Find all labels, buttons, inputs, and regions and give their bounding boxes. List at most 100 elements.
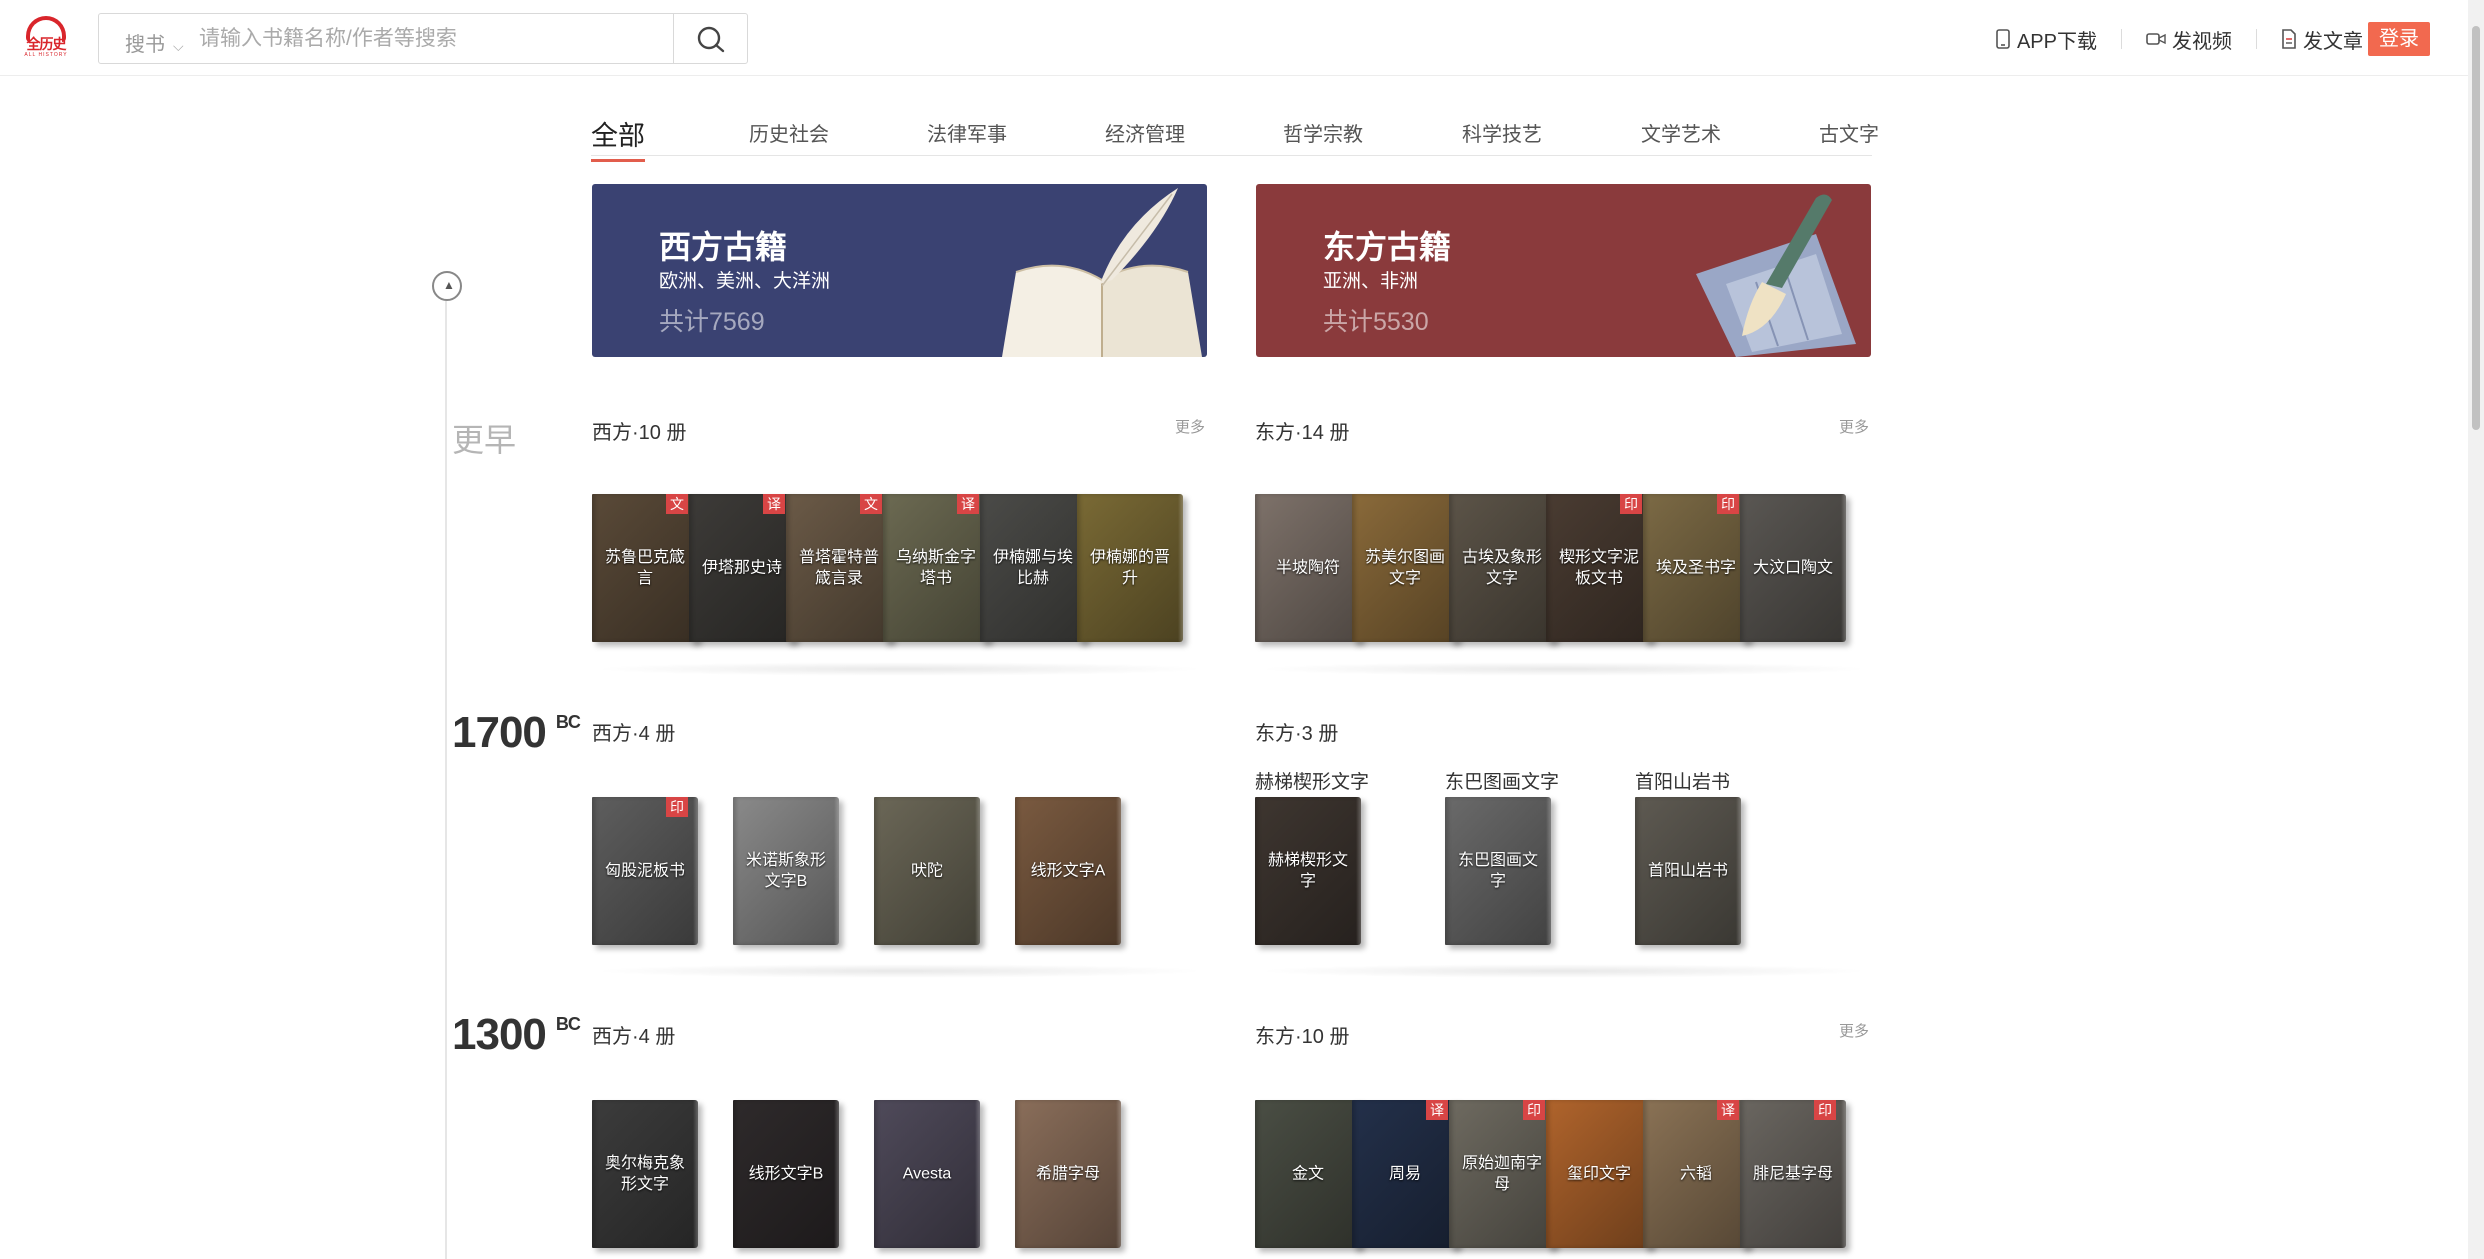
- book-cover[interactable]: 东巴图画文字: [1445, 797, 1551, 945]
- book-title: 埃及圣书字: [1655, 559, 1736, 577]
- post-video-link[interactable]: 发视频: [2122, 29, 2257, 53]
- tab-science-technology[interactable]: 科学技艺: [1462, 118, 1542, 147]
- book-tag-badge: 文: [666, 494, 688, 514]
- book-cover[interactable]: 米诺斯象形文字B: [733, 797, 839, 945]
- book-tag-badge: 译: [957, 494, 979, 514]
- book-cover[interactable]: 希腊字母: [1015, 1100, 1121, 1248]
- book-cover[interactable]: 赫梯楔形文字: [1255, 797, 1361, 945]
- shelf-shadow: [592, 964, 1207, 978]
- book-title: 伊塔那史诗: [701, 559, 782, 577]
- book-cover[interactable]: 楔形文字泥板文书 印: [1546, 494, 1652, 642]
- tab-law-military[interactable]: 法律军事: [927, 118, 1007, 147]
- book-title: 腓尼基字母: [1752, 1165, 1833, 1183]
- book-cover[interactable]: 半坡陶符: [1255, 494, 1361, 642]
- tab-all[interactable]: 全部: [591, 114, 645, 162]
- section-title-early-west: 西方·10 册: [592, 422, 687, 444]
- video-icon: [2146, 33, 2166, 45]
- book-title: 古埃及象形文字: [1461, 549, 1542, 587]
- search-button[interactable]: [673, 14, 747, 63]
- site-logo[interactable]: 全历史 ALL HISTORY: [22, 16, 70, 58]
- book-cover[interactable]: 线形文字A: [1015, 797, 1121, 945]
- book-cover[interactable]: 苏美尔图画文字: [1352, 494, 1458, 642]
- logo-text: 全历史: [26, 36, 67, 52]
- book-title: 伊楠娜与埃比赫: [992, 549, 1073, 587]
- book-cover[interactable]: 奥尔梅克象形文字: [592, 1100, 698, 1248]
- book-cover[interactable]: 埃及圣书字 印: [1643, 494, 1749, 642]
- book-cover[interactable]: 乌纳斯金字塔书 译: [883, 494, 989, 642]
- book-cover[interactable]: 原始迦南字母 印: [1449, 1100, 1555, 1248]
- book-tag-badge: 译: [763, 494, 785, 514]
- search-input[interactable]: [199, 22, 659, 56]
- book-title: 苏美尔图画文字: [1364, 549, 1445, 587]
- book-title: 线形文字A: [1030, 862, 1106, 880]
- book-cover[interactable]: 首阳山岩书: [1635, 797, 1741, 945]
- book-title: 周易: [1388, 1165, 1421, 1183]
- tab-literature-art[interactable]: 文学艺术: [1641, 118, 1721, 147]
- app-download-link[interactable]: APP下载: [1971, 29, 2122, 53]
- section-title-1700-west: 西方·4 册: [592, 723, 676, 745]
- scrollbar-thumb[interactable]: [2472, 26, 2480, 430]
- more-link-1300-east[interactable]: 更多: [1839, 1020, 1869, 1041]
- book-title: 六韬: [1679, 1165, 1712, 1183]
- more-link-early-east[interactable]: 更多: [1839, 416, 1869, 437]
- book-cover[interactable]: 吠陀: [874, 797, 980, 945]
- tab-ancient-scripts[interactable]: 古文字: [1819, 118, 1879, 147]
- book-cover[interactable]: 腓尼基字母 印: [1740, 1100, 1846, 1248]
- book-title: 玺印文字: [1566, 1165, 1631, 1183]
- book-cover[interactable]: 伊楠娜的晋升: [1077, 494, 1183, 642]
- section-title-1700-east: 东方·3 册: [1255, 723, 1339, 745]
- book-title: 楔形文字泥板文书: [1558, 549, 1639, 587]
- era-label-1300bc: 1300 BC: [452, 1010, 581, 1060]
- search-box: 搜书 ⌵: [98, 13, 748, 64]
- tab-philosophy-religion[interactable]: 哲学宗教: [1283, 118, 1363, 147]
- group-label-shouyang: 首阳山岩书: [1635, 772, 1731, 793]
- book-title: 原始迦南字母: [1461, 1155, 1542, 1193]
- search-category-select[interactable]: 搜书 ⌵: [125, 28, 184, 57]
- book-cover[interactable]: 苏鲁巴克箴言 文: [592, 494, 698, 642]
- book-title: 乌纳斯金字塔书: [895, 549, 976, 587]
- book-title: 金文: [1291, 1165, 1324, 1183]
- book-cover[interactable]: 玺印文字: [1546, 1100, 1652, 1248]
- brush-paper-icon: [1696, 194, 1856, 357]
- book-cover[interactable]: 大汶口陶文: [1740, 494, 1846, 642]
- book-title: 匈股泥板书: [604, 862, 685, 880]
- book-title: 线形文字B: [748, 1165, 824, 1183]
- book-title: 东巴图画文字: [1457, 852, 1538, 890]
- book-title: 普塔霍特普箴言录: [798, 549, 879, 587]
- era-earlier: 更早: [452, 422, 517, 458]
- book-cover[interactable]: 古埃及象形文字: [1449, 494, 1555, 642]
- shelf-shadow: [1256, 964, 1871, 978]
- more-link-early-west[interactable]: 更多: [1175, 416, 1205, 437]
- book-tag-badge: 译: [1426, 1100, 1448, 1120]
- document-icon: [2282, 29, 2296, 49]
- book-cover[interactable]: 金文: [1255, 1100, 1361, 1248]
- book-cover[interactable]: Avesta: [874, 1100, 980, 1248]
- banner-subtitle: 亚洲、非洲: [1323, 271, 1419, 292]
- book-cover[interactable]: 线形文字B: [733, 1100, 839, 1248]
- post-video-label: 发视频: [2172, 30, 2232, 53]
- tab-history-society[interactable]: 历史社会: [749, 118, 829, 147]
- era-year: 1300: [452, 1010, 547, 1059]
- book-cover[interactable]: 周易 译: [1352, 1100, 1458, 1248]
- book-cover[interactable]: 六韬 译: [1643, 1100, 1749, 1248]
- search-icon: [697, 26, 725, 53]
- east-classics-banner[interactable]: 东方古籍 亚洲、非洲 共计5530: [1256, 184, 1871, 357]
- page-scrollbar[interactable]: [2468, 0, 2484, 1259]
- logo-subtext: ALL HISTORY: [24, 52, 68, 58]
- west-classics-banner[interactable]: 西方古籍 欧洲、美洲、大洋洲 共计7569: [592, 184, 1207, 357]
- book-tag-badge: 印: [1814, 1100, 1836, 1120]
- timeline-line: [445, 300, 447, 1259]
- book-cover[interactable]: 伊楠娜与埃比赫: [980, 494, 1086, 642]
- book-title: 米诺斯象形文字B: [745, 852, 826, 890]
- book-cover[interactable]: 匈股泥板书 印: [592, 797, 698, 945]
- open-book-quill-icon: [1002, 188, 1202, 357]
- book-cover[interactable]: 伊塔那史诗 译: [689, 494, 795, 642]
- back-to-top-button[interactable]: ▲: [432, 271, 462, 301]
- era-suffix: BC: [555, 1014, 581, 1034]
- section-title-early-east: 东方·14 册: [1255, 422, 1350, 444]
- post-article-label: 发文章: [2303, 30, 2363, 53]
- book-cover[interactable]: 普塔霍特普箴言录 文: [786, 494, 892, 642]
- login-button[interactable]: 登录: [2368, 22, 2430, 56]
- tab-economy-management[interactable]: 经济管理: [1105, 118, 1185, 147]
- shelf-shadow: [592, 662, 1207, 676]
